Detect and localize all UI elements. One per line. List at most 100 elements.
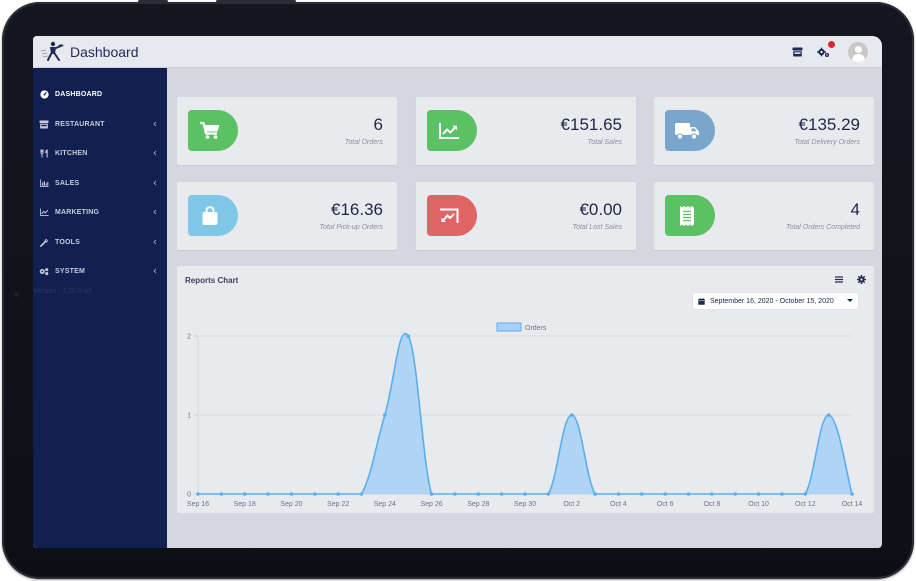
- dashboard-gauge-icon: [39, 89, 49, 99]
- user-avatar[interactable]: [848, 42, 868, 62]
- receipt-icon: [665, 195, 715, 236]
- chevron-left-icon: [153, 150, 157, 156]
- store-icon: [39, 119, 49, 129]
- caret-down-icon: [847, 299, 853, 302]
- notification-badge: [828, 41, 835, 48]
- data-point: [850, 492, 854, 496]
- device-button: [216, 0, 296, 3]
- card-label: Total Lost Sales: [572, 224, 622, 231]
- sidebar-item-label: RESTAURANT: [55, 120, 105, 128]
- stat-card-total-lost-sales[interactable]: €0.00 Total Lost Sales: [416, 182, 636, 250]
- sidebar-item-tools[interactable]: TOOLS: [33, 232, 167, 252]
- gear-icon[interactable]: [857, 275, 866, 284]
- sidebar-item-label: KITCHEN: [55, 149, 88, 157]
- chart-up-icon: [427, 110, 477, 151]
- card-value: 4: [850, 200, 860, 219]
- shopping-bag-icon: [188, 195, 238, 236]
- data-point: [733, 492, 738, 496]
- store-icon[interactable]: [790, 45, 804, 59]
- date-range-value: September 16, 2020 - October 15, 2020: [710, 297, 834, 305]
- y-tick-label: 0: [187, 492, 191, 499]
- card-value: €0.00: [579, 200, 622, 219]
- data-point: [476, 492, 481, 496]
- card-value: €16.36: [331, 200, 383, 219]
- data-point: [406, 334, 411, 338]
- settings-cogs-icon[interactable]: [816, 41, 835, 59]
- data-point: [242, 492, 247, 496]
- sidebar-item-label: SYSTEM: [55, 267, 85, 275]
- chevron-left-icon: [153, 239, 157, 245]
- logo-chef-icon[interactable]: [38, 40, 66, 64]
- truck-icon: [665, 110, 715, 151]
- stat-card-total-orders-completed[interactable]: 4 Total Orders Completed: [654, 182, 874, 250]
- x-tick-label: Oct 12: [795, 501, 816, 508]
- card-label: Total Orders Completed: [785, 224, 860, 231]
- data-point: [336, 492, 340, 496]
- legend-swatch: [496, 322, 522, 332]
- data-point: [686, 492, 691, 496]
- chart-down-icon: [427, 195, 477, 236]
- date-range-picker[interactable]: September 16, 2020 - October 15, 2020: [693, 293, 858, 309]
- sidebar-item-label: MARKETING: [55, 208, 100, 216]
- x-tick-label: Sep 16: [187, 501, 209, 508]
- data-point: [593, 492, 597, 496]
- sidebar: DASHBOARD RESTAURANT KITCHEN SALES MARKE…: [33, 68, 167, 548]
- stat-card-total-orders[interactable]: 6 Total Orders: [177, 97, 397, 165]
- sidebar-item-sales[interactable]: SALES: [33, 173, 167, 193]
- card-value: €151.65: [560, 115, 622, 134]
- sidebar-item-restaurant[interactable]: RESTAURANT: [33, 114, 167, 134]
- data-point: [523, 492, 527, 496]
- x-tick-label: Oct 6: [657, 501, 674, 508]
- cogs-icon: [39, 266, 49, 276]
- x-tick-label: Oct 10: [748, 501, 769, 508]
- shopping-cart-icon: [188, 110, 238, 151]
- sidebar-item-system[interactable]: SYSTEM: [33, 261, 167, 281]
- sidebar-item-dashboard[interactable]: DASHBOARD: [33, 84, 167, 104]
- menu-list-icon[interactable]: [834, 275, 843, 284]
- chevron-left-icon: [153, 180, 157, 186]
- orders-line: [198, 332, 853, 495]
- stat-card-total-pickup-orders[interactable]: €16.36 Total Pick-up Orders: [177, 182, 397, 250]
- sidebar-item-kitchen[interactable]: KITCHEN: [33, 143, 167, 163]
- data-point: [663, 492, 667, 496]
- data-point: [826, 413, 831, 417]
- chevron-left-icon: [153, 121, 157, 127]
- y-tick-label: 1: [187, 413, 191, 420]
- chart-panel-title: Reports Chart: [185, 276, 239, 285]
- data-point: [756, 492, 761, 496]
- card-label: Total Orders: [344, 139, 383, 146]
- data-point: [196, 492, 200, 496]
- x-tick-label: Oct 8: [703, 501, 720, 508]
- data-point: [312, 492, 317, 496]
- sidebar-item-label: SALES: [55, 179, 80, 187]
- legend-label: Orders: [525, 325, 547, 332]
- chevron-left-icon: [153, 268, 157, 274]
- data-point: [266, 492, 270, 496]
- data-point: [383, 413, 387, 417]
- data-point: [639, 492, 644, 496]
- utensils-icon: [39, 148, 49, 158]
- card-value: 6: [373, 115, 383, 134]
- chevron-left-icon: [153, 209, 157, 215]
- line-chart-icon: [39, 207, 49, 217]
- app-screen: Dashboard DASHBOARD RESTAURANT KITCHEN S…: [33, 36, 882, 548]
- x-tick-label: Sep 24: [374, 501, 396, 508]
- data-point: [780, 492, 784, 496]
- x-tick-label: Oct 4: [610, 501, 627, 508]
- y-tick-label: 2: [187, 334, 191, 341]
- stat-card-total-sales[interactable]: €151.65 Total Sales: [416, 97, 636, 165]
- sidebar-item-label: DASHBOARD: [55, 90, 103, 98]
- top-header: Dashboard: [33, 36, 882, 68]
- data-point: [453, 492, 457, 496]
- sidebar-item-marketing[interactable]: MARKETING: [33, 202, 167, 222]
- x-tick-label: Sep 30: [514, 501, 536, 508]
- stat-card-total-delivery-orders[interactable]: €135.29 Total Delivery Orders: [654, 97, 874, 165]
- data-point: [219, 492, 224, 496]
- x-tick-label: Sep 28: [467, 501, 489, 508]
- card-label: Total Pick-up Orders: [319, 224, 383, 231]
- x-tick-label: Oct 14: [842, 501, 863, 508]
- app-version: Version : 1.20.0-a3: [33, 288, 92, 295]
- data-point: [499, 492, 504, 496]
- card-label: Total Sales: [587, 139, 622, 146]
- data-point: [569, 413, 574, 417]
